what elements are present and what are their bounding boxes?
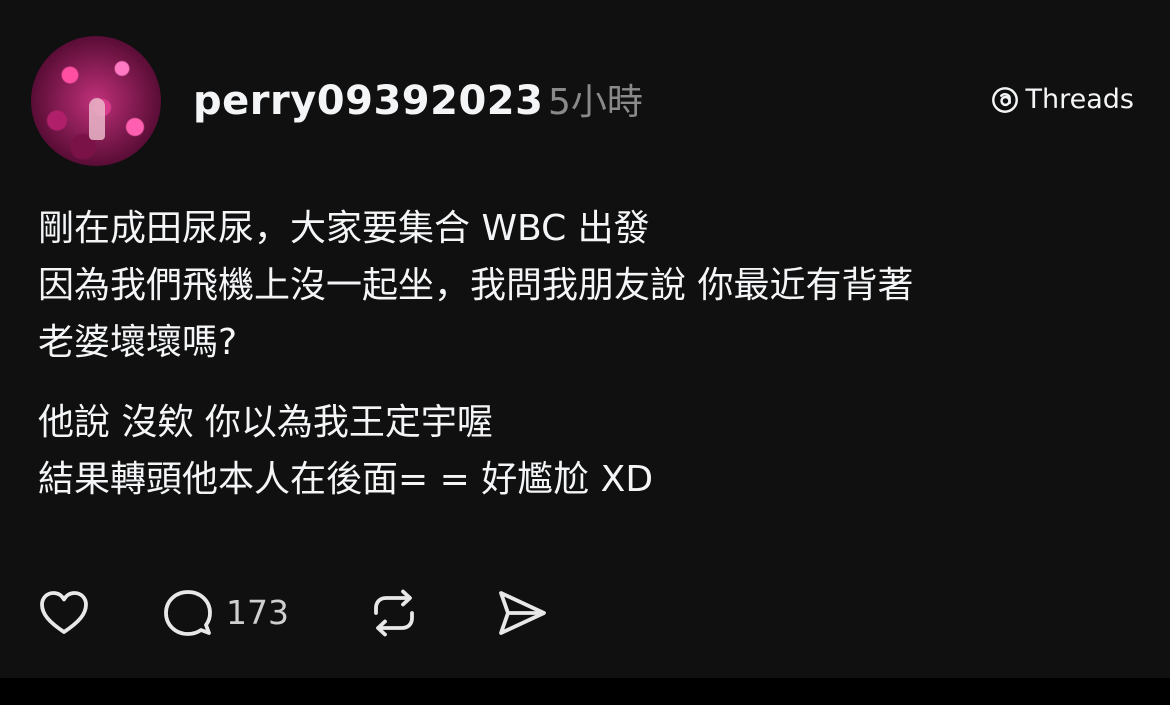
reply-count: 173 [226, 593, 289, 632]
timestamp: 5小時 [548, 82, 643, 123]
post-body: 剛在成田尿尿，大家要集合 WBC 出發 因為我們飛機上沒一起坐，我問我朋友說 你… [38, 200, 1148, 508]
send-icon [499, 591, 546, 635]
repost-button[interactable] [367, 588, 421, 638]
threads-logo-icon [991, 87, 1018, 113]
share-button[interactable] [495, 588, 549, 638]
repost-icon [374, 589, 414, 637]
post-line: 因為我們飛機上沒一起坐，我問我朋友說 你最近有背著 [38, 265, 914, 306]
reply-button[interactable]: 173 [162, 587, 289, 639]
post-line: 他說 沒欸 你以為我王定宇喔 [38, 402, 493, 443]
username[interactable]: perry09392023 [193, 76, 543, 126]
brand-label: Threads [1025, 84, 1134, 115]
heart-icon [40, 591, 88, 634]
like-button[interactable] [38, 589, 90, 637]
post-line: 剛在成田尿尿，大家要集合 WBC 出發 [38, 208, 650, 249]
post-line: 老婆壞壞嗎? [38, 322, 238, 363]
action-bar: 173 [38, 585, 549, 641]
threads-post: perry09392023 5小時 Threads 剛在成田尿尿，大家要集合 W… [0, 0, 1170, 678]
avatar-figure [89, 98, 105, 140]
post-line: 結果轉頭他本人在後面= = 好尷尬 XD [38, 459, 654, 500]
comment-icon [164, 590, 212, 636]
threads-brand: Threads [990, 82, 1134, 118]
bottom-strip [0, 678, 1170, 705]
avatar[interactable] [31, 36, 161, 166]
